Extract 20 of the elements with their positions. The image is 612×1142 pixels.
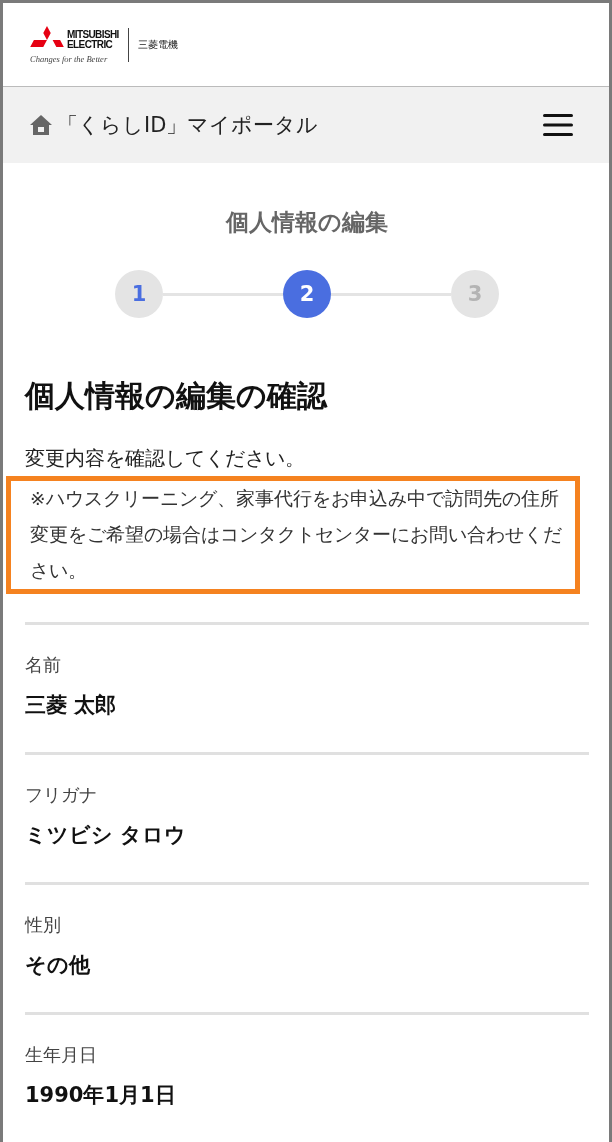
- tagline: Changes for the Better: [30, 53, 109, 64]
- home-icon[interactable]: [29, 114, 53, 136]
- field-label: 生年月日: [25, 1043, 98, 1067]
- field-value: 1990年1月1日: [25, 1082, 177, 1109]
- page-title: 個人情報の編集: [224, 208, 389, 237]
- field-value: 三菱 太郎: [25, 692, 118, 719]
- menu-icon[interactable]: [543, 113, 573, 137]
- field-value: ミツビシ タロウ: [25, 822, 188, 849]
- field-label: 名前: [25, 653, 62, 677]
- instruction-text: 変更内容を確認してください。: [25, 445, 306, 472]
- brand-name: MITSUBISHI: [67, 29, 119, 40]
- field-label: 性別: [25, 913, 62, 937]
- brand-name: ELECTRIC: [67, 39, 114, 50]
- field-label: フリガナ: [25, 783, 98, 807]
- field-value: その他: [25, 952, 91, 979]
- brand-name-japanese: 三菱電機: [137, 37, 178, 52]
- step-indicator: 1: [115, 270, 163, 318]
- heading: 個人情報の編集の確認: [25, 377, 329, 415]
- step-indicator: 2: [283, 270, 331, 318]
- notice-text: ※ハウスクリーニング、家事代行をお申込み中で訪問先の住所変更をご希望の場合はコンタクトセンターにお問い合わせください。: [6, 476, 580, 594]
